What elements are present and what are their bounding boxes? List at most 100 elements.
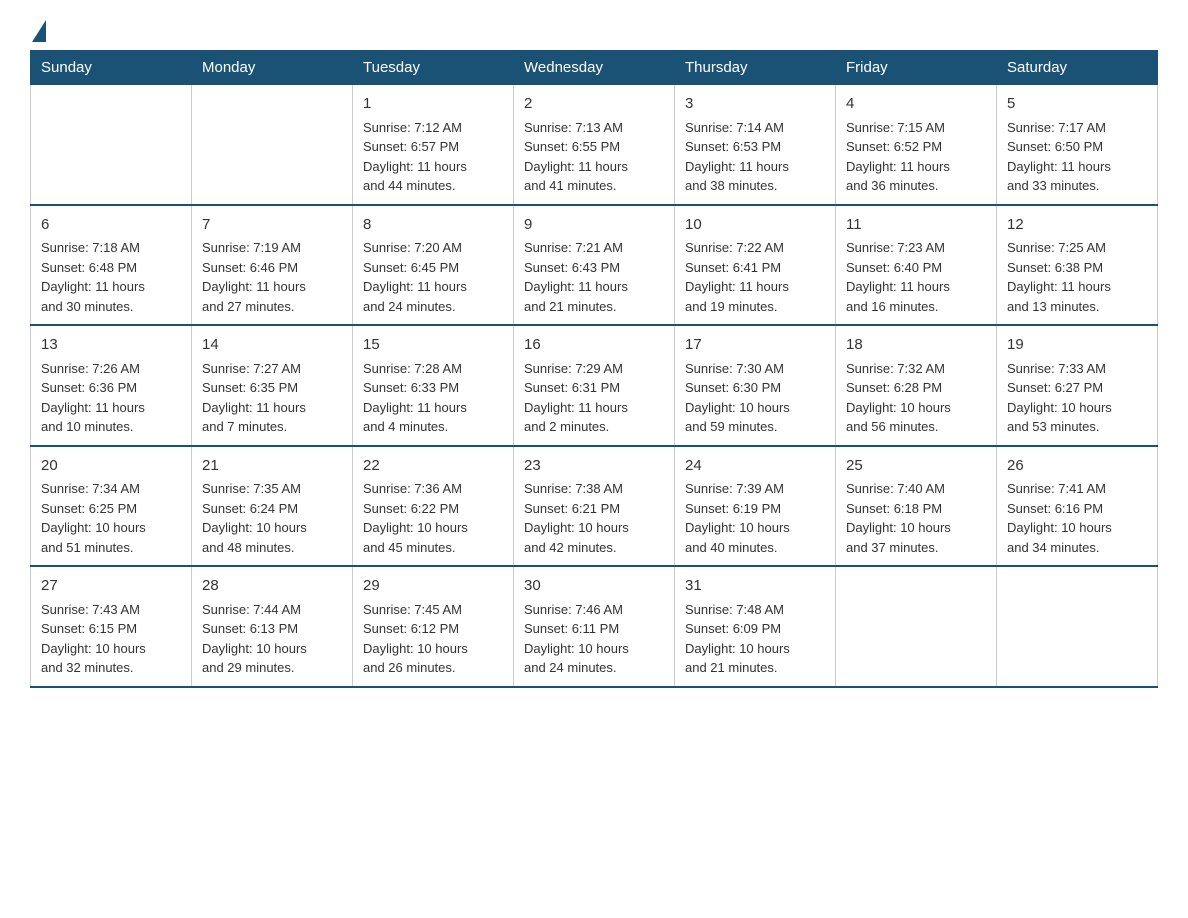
calendar-cell: 16Sunrise: 7:29 AMSunset: 6:31 PMDayligh… [514,325,675,446]
day-info: Sunrise: 7:35 AMSunset: 6:24 PMDaylight:… [202,479,342,557]
calendar-table: SundayMondayTuesdayWednesdayThursdayFrid… [30,50,1158,688]
day-number: 19 [1007,334,1147,357]
day-number: 8 [363,214,503,237]
day-number: 21 [202,455,342,478]
calendar-cell: 7Sunrise: 7:19 AMSunset: 6:46 PMDaylight… [192,205,353,326]
day-number: 26 [1007,455,1147,478]
calendar-cell: 8Sunrise: 7:20 AMSunset: 6:45 PMDaylight… [353,205,514,326]
day-number: 24 [685,455,825,478]
calendar-cell: 14Sunrise: 7:27 AMSunset: 6:35 PMDayligh… [192,325,353,446]
calendar-cell: 22Sunrise: 7:36 AMSunset: 6:22 PMDayligh… [353,446,514,567]
day-number: 22 [363,455,503,478]
day-number: 4 [846,93,986,116]
calendar-cell: 18Sunrise: 7:32 AMSunset: 6:28 PMDayligh… [836,325,997,446]
day-number: 14 [202,334,342,357]
calendar-cell [192,85,353,205]
day-number: 7 [202,214,342,237]
day-info: Sunrise: 7:33 AMSunset: 6:27 PMDaylight:… [1007,359,1147,437]
day-number: 9 [524,214,664,237]
day-info: Sunrise: 7:41 AMSunset: 6:16 PMDaylight:… [1007,479,1147,557]
day-number: 30 [524,575,664,598]
day-number: 12 [1007,214,1147,237]
day-info: Sunrise: 7:38 AMSunset: 6:21 PMDaylight:… [524,479,664,557]
day-header-thursday: Thursday [675,51,836,85]
calendar-week-row: 27Sunrise: 7:43 AMSunset: 6:15 PMDayligh… [31,566,1158,687]
day-info: Sunrise: 7:30 AMSunset: 6:30 PMDaylight:… [685,359,825,437]
day-info: Sunrise: 7:28 AMSunset: 6:33 PMDaylight:… [363,359,503,437]
calendar-cell: 3Sunrise: 7:14 AMSunset: 6:53 PMDaylight… [675,85,836,205]
calendar-cell: 21Sunrise: 7:35 AMSunset: 6:24 PMDayligh… [192,446,353,567]
day-number: 11 [846,214,986,237]
day-info: Sunrise: 7:19 AMSunset: 6:46 PMDaylight:… [202,238,342,316]
day-info: Sunrise: 7:48 AMSunset: 6:09 PMDaylight:… [685,600,825,678]
calendar-cell: 26Sunrise: 7:41 AMSunset: 6:16 PMDayligh… [997,446,1158,567]
calendar-cell: 4Sunrise: 7:15 AMSunset: 6:52 PMDaylight… [836,85,997,205]
logo-triangle-icon [32,20,46,42]
calendar-cell: 27Sunrise: 7:43 AMSunset: 6:15 PMDayligh… [31,566,192,687]
day-info: Sunrise: 7:40 AMSunset: 6:18 PMDaylight:… [846,479,986,557]
day-header-wednesday: Wednesday [514,51,675,85]
day-header-saturday: Saturday [997,51,1158,85]
day-info: Sunrise: 7:20 AMSunset: 6:45 PMDaylight:… [363,238,503,316]
day-number: 10 [685,214,825,237]
day-info: Sunrise: 7:39 AMSunset: 6:19 PMDaylight:… [685,479,825,557]
day-number: 6 [41,214,181,237]
calendar-cell: 25Sunrise: 7:40 AMSunset: 6:18 PMDayligh… [836,446,997,567]
calendar-week-row: 20Sunrise: 7:34 AMSunset: 6:25 PMDayligh… [31,446,1158,567]
day-number: 29 [363,575,503,598]
logo [30,20,46,40]
day-header-friday: Friday [836,51,997,85]
calendar-cell [31,85,192,205]
day-number: 5 [1007,93,1147,116]
day-info: Sunrise: 7:12 AMSunset: 6:57 PMDaylight:… [363,118,503,196]
calendar-cell: 29Sunrise: 7:45 AMSunset: 6:12 PMDayligh… [353,566,514,687]
day-info: Sunrise: 7:17 AMSunset: 6:50 PMDaylight:… [1007,118,1147,196]
day-info: Sunrise: 7:32 AMSunset: 6:28 PMDaylight:… [846,359,986,437]
calendar-cell: 31Sunrise: 7:48 AMSunset: 6:09 PMDayligh… [675,566,836,687]
day-number: 18 [846,334,986,357]
day-info: Sunrise: 7:46 AMSunset: 6:11 PMDaylight:… [524,600,664,678]
day-info: Sunrise: 7:34 AMSunset: 6:25 PMDaylight:… [41,479,181,557]
day-header-monday: Monday [192,51,353,85]
calendar-cell: 11Sunrise: 7:23 AMSunset: 6:40 PMDayligh… [836,205,997,326]
day-number: 1 [363,93,503,116]
day-number: 3 [685,93,825,116]
day-info: Sunrise: 7:25 AMSunset: 6:38 PMDaylight:… [1007,238,1147,316]
calendar-cell [997,566,1158,687]
calendar-cell: 12Sunrise: 7:25 AMSunset: 6:38 PMDayligh… [997,205,1158,326]
calendar-cell: 19Sunrise: 7:33 AMSunset: 6:27 PMDayligh… [997,325,1158,446]
day-number: 27 [41,575,181,598]
day-number: 13 [41,334,181,357]
day-info: Sunrise: 7:14 AMSunset: 6:53 PMDaylight:… [685,118,825,196]
day-info: Sunrise: 7:26 AMSunset: 6:36 PMDaylight:… [41,359,181,437]
calendar-cell: 5Sunrise: 7:17 AMSunset: 6:50 PMDaylight… [997,85,1158,205]
calendar-cell: 30Sunrise: 7:46 AMSunset: 6:11 PMDayligh… [514,566,675,687]
day-info: Sunrise: 7:13 AMSunset: 6:55 PMDaylight:… [524,118,664,196]
calendar-cell: 1Sunrise: 7:12 AMSunset: 6:57 PMDaylight… [353,85,514,205]
day-info: Sunrise: 7:36 AMSunset: 6:22 PMDaylight:… [363,479,503,557]
day-number: 16 [524,334,664,357]
day-header-sunday: Sunday [31,51,192,85]
day-info: Sunrise: 7:43 AMSunset: 6:15 PMDaylight:… [41,600,181,678]
day-number: 23 [524,455,664,478]
page-header [30,20,1158,40]
day-info: Sunrise: 7:44 AMSunset: 6:13 PMDaylight:… [202,600,342,678]
day-info: Sunrise: 7:21 AMSunset: 6:43 PMDaylight:… [524,238,664,316]
calendar-cell: 2Sunrise: 7:13 AMSunset: 6:55 PMDaylight… [514,85,675,205]
calendar-header-row: SundayMondayTuesdayWednesdayThursdayFrid… [31,51,1158,85]
day-number: 17 [685,334,825,357]
day-number: 20 [41,455,181,478]
day-info: Sunrise: 7:45 AMSunset: 6:12 PMDaylight:… [363,600,503,678]
calendar-cell: 6Sunrise: 7:18 AMSunset: 6:48 PMDaylight… [31,205,192,326]
day-info: Sunrise: 7:27 AMSunset: 6:35 PMDaylight:… [202,359,342,437]
day-info: Sunrise: 7:23 AMSunset: 6:40 PMDaylight:… [846,238,986,316]
calendar-cell: 28Sunrise: 7:44 AMSunset: 6:13 PMDayligh… [192,566,353,687]
day-info: Sunrise: 7:29 AMSunset: 6:31 PMDaylight:… [524,359,664,437]
day-number: 15 [363,334,503,357]
calendar-cell: 24Sunrise: 7:39 AMSunset: 6:19 PMDayligh… [675,446,836,567]
calendar-cell: 20Sunrise: 7:34 AMSunset: 6:25 PMDayligh… [31,446,192,567]
calendar-cell [836,566,997,687]
day-info: Sunrise: 7:18 AMSunset: 6:48 PMDaylight:… [41,238,181,316]
calendar-cell: 9Sunrise: 7:21 AMSunset: 6:43 PMDaylight… [514,205,675,326]
calendar-cell: 23Sunrise: 7:38 AMSunset: 6:21 PMDayligh… [514,446,675,567]
